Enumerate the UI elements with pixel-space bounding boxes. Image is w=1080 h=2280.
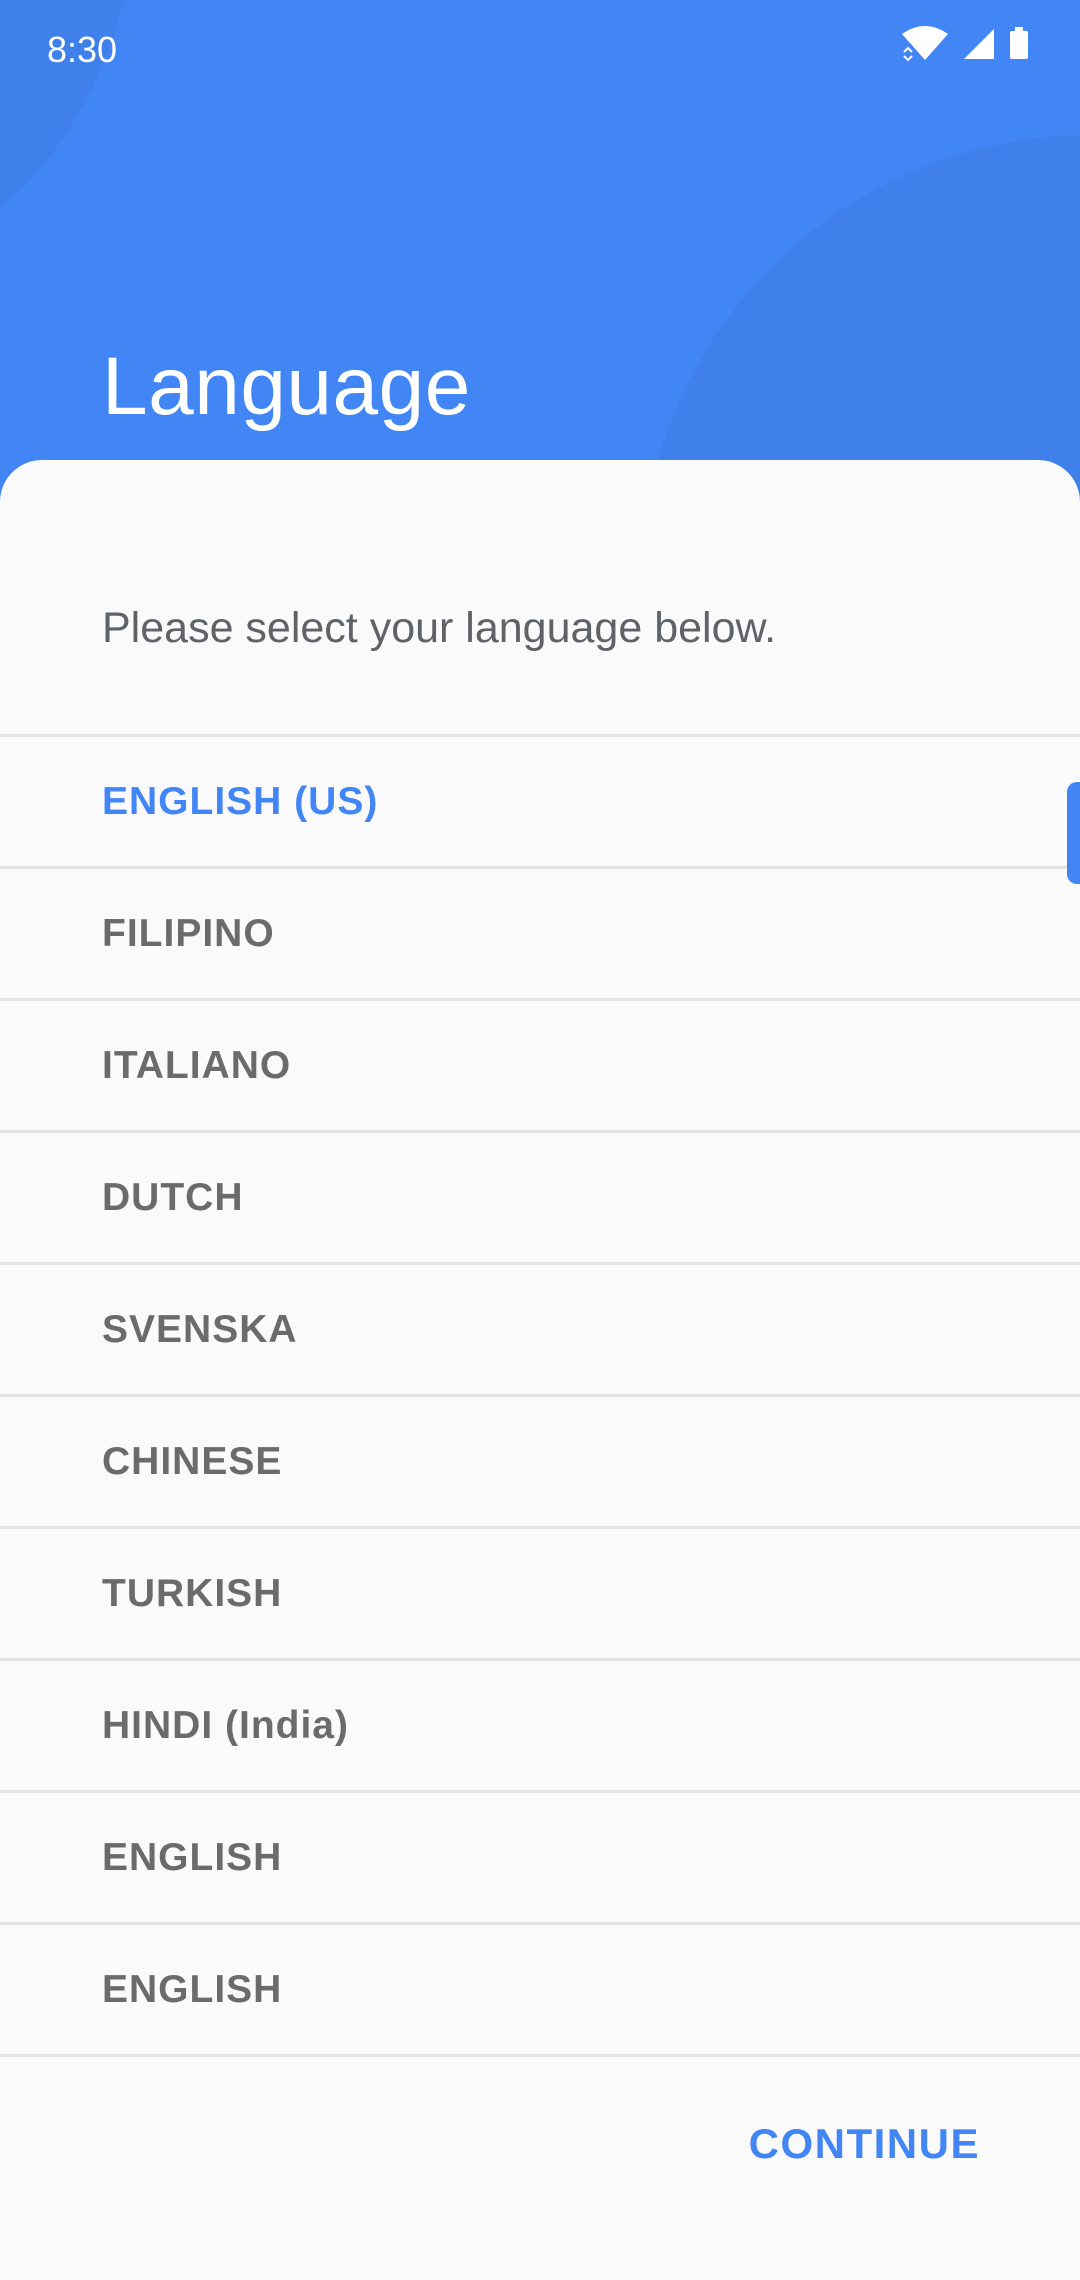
language-item-turkish[interactable]: TURKISH <box>0 1529 1080 1661</box>
status-bar: 8:30 <box>0 0 1080 100</box>
language-item-label: ENGLISH <box>102 1967 283 2011</box>
status-time: 8:30 <box>47 29 118 70</box>
language-item-english-us[interactable]: ENGLISH (US) <box>0 737 1080 869</box>
status-icons <box>900 24 1030 64</box>
battery-icon <box>1008 27 1030 61</box>
language-item-label: FILIPINO <box>102 911 275 955</box>
language-item-chinese[interactable]: CHINESE <box>0 1397 1080 1529</box>
language-item-label: SVENSKA <box>102 1307 298 1351</box>
wifi-icon <box>900 26 950 62</box>
page-title: Language <box>102 340 471 432</box>
language-item-label: ITALIANO <box>102 1043 292 1087</box>
list-scrollbar[interactable] <box>1067 782 1080 884</box>
language-item-label: TURKISH <box>102 1571 283 1615</box>
language-item-english[interactable]: ENGLISH <box>0 1793 1080 1925</box>
page-subtitle: Please select your language below. <box>102 604 777 652</box>
language-item-label: ENGLISH (US) <box>102 779 379 823</box>
language-list: ENGLISH (US) FILIPINO ITALIANO DUTCH SVE… <box>0 734 1080 2057</box>
language-item-english[interactable]: ENGLISH <box>0 1925 1080 2057</box>
continue-button[interactable]: CONTINUE <box>749 2120 980 2168</box>
cell-signal-icon <box>962 27 996 61</box>
language-item-label: CHINESE <box>102 1439 283 1483</box>
language-item-dutch[interactable]: DUTCH <box>0 1133 1080 1265</box>
language-item-svenska[interactable]: SVENSKA <box>0 1265 1080 1397</box>
language-item-label: ENGLISH <box>102 1835 283 1879</box>
language-item-label: DUTCH <box>102 1175 244 1219</box>
setup-screen: 8:30 Language Please select your languag… <box>0 0 1080 2280</box>
language-item-filipino[interactable]: FILIPINO <box>0 869 1080 1001</box>
language-sheet: Please select your language below. ENGLI… <box>0 460 1080 2280</box>
language-item-label: HINDI (India) <box>102 1703 349 1747</box>
language-item-italiano[interactable]: ITALIANO <box>0 1001 1080 1133</box>
language-item-hindi[interactable]: HINDI (India) <box>0 1661 1080 1793</box>
